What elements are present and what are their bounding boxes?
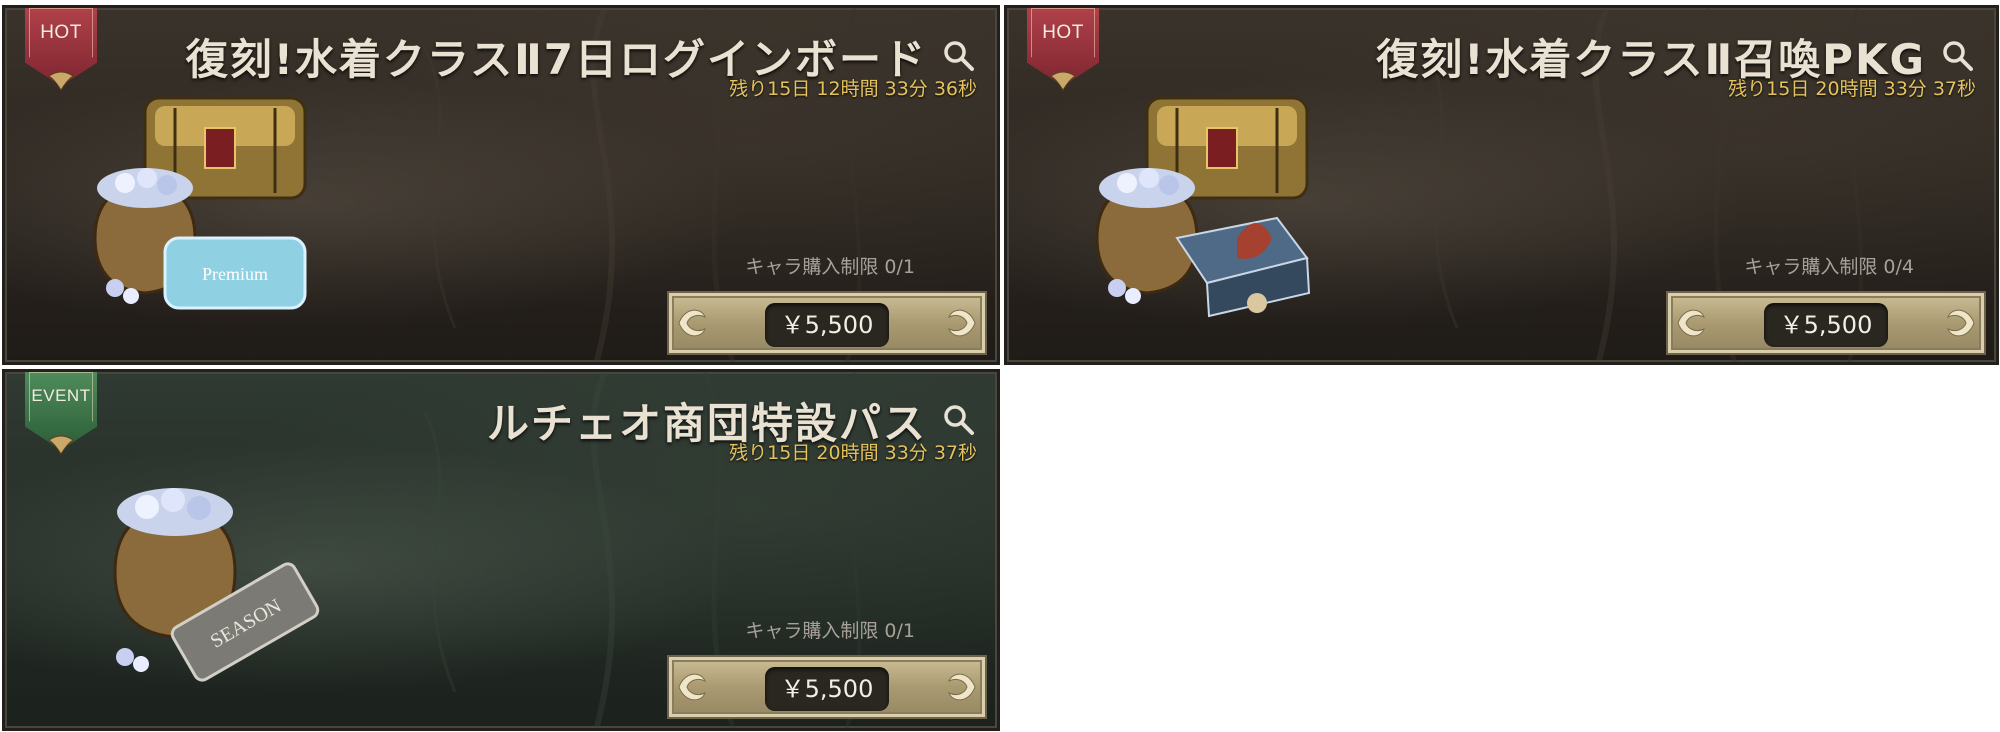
badge-ornament-icon: [1050, 71, 1076, 91]
search-icon[interactable]: [941, 38, 975, 72]
buy-button[interactable]: ￥5,500: [667, 655, 987, 719]
buy-button[interactable]: ￥5,500: [667, 291, 987, 355]
ornament-right-icon: [948, 309, 976, 337]
badge-label: HOT: [1042, 22, 1084, 43]
package-card-1[interactable]: HOT 復刻!水着クラスⅡ7日ログインボード 残り15日 12時間 33分 36…: [2, 5, 1000, 365]
package-art-gems-season: SEASON: [113, 488, 320, 682]
ornament-left-icon: [1677, 309, 1705, 337]
price-label: ￥5,500: [1764, 303, 1888, 347]
remaining-time: 残り15日 20時間 33分 37秒: [729, 442, 977, 464]
price-label: ￥5,500: [765, 303, 889, 347]
badge-label: EVENT: [31, 386, 91, 405]
badge-ornament-icon: [48, 435, 74, 455]
search-icon[interactable]: [941, 402, 975, 436]
ornament-left-icon: [678, 309, 706, 337]
premium-pass-icon: Premium: [163, 236, 307, 310]
buy-button[interactable]: ￥5,500: [1666, 291, 1986, 355]
ornament-right-icon: [1947, 309, 1975, 337]
package-art-chest-gems-crate: [1095, 96, 1311, 318]
badge-label: HOT: [40, 22, 82, 43]
hot-badge: HOT: [25, 8, 97, 100]
remaining-time: 残り15日 12時間 33分 36秒: [729, 78, 977, 100]
event-badge: EVENT: [25, 372, 97, 464]
ornament-right-icon: [948, 673, 976, 701]
svg-text:Premium: Premium: [202, 264, 268, 284]
purchase-limit: キャラ購入制限 0/1: [745, 620, 915, 642]
hot-badge: HOT: [1027, 8, 1099, 100]
package-art-chest-gems-premium: Premium: [93, 96, 307, 310]
package-card-2[interactable]: HOT 復刻!水着クラスⅡ召喚PKG 残り15日 20時間 33分 37秒 キャ…: [1004, 5, 1999, 365]
badge-ornament-icon: [48, 71, 74, 91]
price-label: ￥5,500: [765, 667, 889, 711]
remaining-time: 残り15日 20時間 33分 37秒: [1728, 78, 1976, 100]
search-icon[interactable]: [1940, 38, 1974, 72]
ornament-left-icon: [678, 673, 706, 701]
package-card-3[interactable]: EVENT ルチェオ商団特設パス 残り15日 20時間 33分 37秒 SEAS…: [2, 369, 1000, 731]
purchase-limit: キャラ購入制限 0/1: [745, 256, 915, 278]
purchase-limit: キャラ購入制限 0/4: [1744, 256, 1914, 278]
